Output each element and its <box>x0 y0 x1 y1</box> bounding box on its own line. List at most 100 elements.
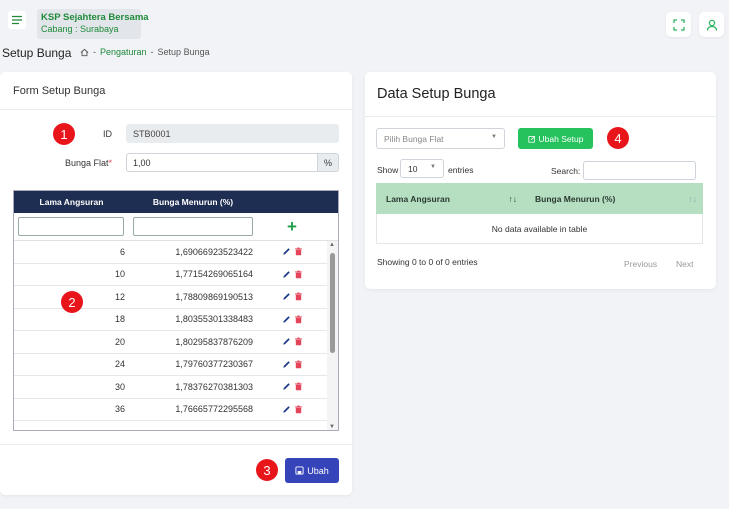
show-label: Show <box>377 165 399 175</box>
trash-icon[interactable] <box>294 405 303 414</box>
fullscreen-icon <box>672 18 685 31</box>
bunga-menurun-cell: 1,76665772295568 <box>175 404 253 415</box>
branch-name: Cabang : Surabaya <box>41 24 119 34</box>
scroll-up-icon[interactable]: ▲ <box>329 242 335 248</box>
pager-next[interactable]: Next <box>676 259 693 269</box>
ubah-setup-button[interactable]: Ubah Setup <box>518 128 593 149</box>
dt-col-bunga[interactable]: Bunga Menurun (%) ↑↓ <box>523 194 703 204</box>
table-row: 30 1,78376270381303 <box>14 376 338 399</box>
bunga-menurun-cell: 1,78809869190513 <box>175 291 253 302</box>
breadcrumb-current: Setup Bunga <box>157 47 210 58</box>
breadcrumb-separator: - <box>93 47 96 58</box>
table-row: 20 1,80295837876209 <box>14 331 338 354</box>
table-input-row: + <box>14 213 338 241</box>
pencil-icon[interactable] <box>282 247 291 256</box>
lama-angsuran-cell: 24 <box>114 359 125 370</box>
breadcrumb-pengaturan[interactable]: Pengaturan <box>100 47 147 57</box>
breadcrumb-separator: - <box>150 47 154 58</box>
pager-previous[interactable]: Previous <box>624 259 657 269</box>
bunga-menurun-cell: 1,80355301338483 <box>175 314 253 325</box>
table-scrollbar[interactable]: ▲ ▼ <box>327 241 338 430</box>
pencil-icon[interactable] <box>282 405 291 414</box>
id-row: ID <box>60 124 339 143</box>
caret-down-icon: ▼ <box>491 134 497 140</box>
trash-icon[interactable] <box>294 292 303 301</box>
bunga-menurun-input[interactable] <box>133 217 253 236</box>
table-header: Lama Angsuran Bunga Menurun (%) <box>14 191 338 213</box>
datatable-info: Showing 0 to 0 of 0 entries <box>377 257 478 267</box>
user-button[interactable] <box>699 12 724 37</box>
required-mark: * <box>108 157 112 168</box>
pencil-icon[interactable] <box>282 292 291 301</box>
lama-angsuran-cell: 6 <box>119 246 125 257</box>
lama-angsuran-cell: 10 <box>114 269 125 280</box>
table-row: 18 1,80355301338483 <box>14 309 338 331</box>
trash-icon[interactable] <box>294 382 303 391</box>
add-row-button[interactable]: + <box>257 217 327 237</box>
trash-icon[interactable] <box>294 360 303 369</box>
bunga-menurun-cell: 1,78376270381303 <box>175 381 253 392</box>
table-row: 36 1,76665772295568 <box>14 399 338 421</box>
home-icon[interactable] <box>80 47 89 57</box>
lama-angsuran-input[interactable] <box>18 217 124 236</box>
row-actions <box>257 247 327 256</box>
search-input[interactable] <box>583 161 696 180</box>
save-icon <box>295 466 304 475</box>
pencil-icon[interactable] <box>282 270 291 279</box>
pencil-icon[interactable] <box>282 360 291 369</box>
row-actions <box>257 382 327 391</box>
id-field <box>126 124 339 143</box>
pencil-icon[interactable] <box>282 315 291 324</box>
col-bunga-menurun: Bunga Menurun (%) <box>152 197 234 207</box>
brand-name: KSP Sejahtera Bersama <box>41 12 149 23</box>
page-title: Setup Bunga <box>2 46 72 60</box>
bunga-flat-input[interactable] <box>126 153 318 172</box>
fullscreen-button[interactable] <box>666 12 691 37</box>
entries-select[interactable]: 10 ▼ <box>400 159 444 178</box>
entries-label: entries <box>448 165 474 175</box>
table-row: 10 1,77154269065164 <box>14 264 338 286</box>
ubah-button[interactable]: Ubah <box>285 458 339 483</box>
bunga-menurun-cell: 1,77154269065164 <box>175 269 253 280</box>
lama-angsuran-cell: 30 <box>114 381 125 392</box>
annotation-badge: 2 <box>61 291 83 313</box>
bunga-menurun-cell: 1,69066923523422 <box>175 246 253 257</box>
scroll-down-icon[interactable]: ▼ <box>329 424 335 430</box>
flat-label: Bunga Flat* <box>64 157 112 168</box>
angsuran-table: Lama Angsuran Bunga Menurun (%) + 6 1,690… <box>13 190 339 431</box>
form-title: Form Setup Bunga <box>0 72 352 110</box>
pencil-icon[interactable] <box>282 382 291 391</box>
row-actions <box>257 360 327 369</box>
pencil-icon[interactable] <box>282 337 291 346</box>
top-bar: KSP Sejahtera Bersama Cabang : Surabaya <box>0 0 729 44</box>
user-icon <box>706 19 717 31</box>
datatable-header: Lama Angsuran ↑↓ Bunga Menurun (%) ↑↓ <box>376 183 703 214</box>
table-row: 6 1,69066923523422 <box>14 241 338 264</box>
trash-icon[interactable] <box>294 270 303 279</box>
chevron-down-icon: ▼ <box>430 164 436 170</box>
row-actions <box>257 292 327 301</box>
edit-icon <box>527 135 535 143</box>
breadcrumb: - Pengaturan - Setup Bunga <box>80 47 210 57</box>
col-lama-angsuran: Lama Angsuran <box>39 197 104 207</box>
ubah-button-label: Ubah <box>307 465 329 476</box>
row-actions <box>257 315 327 324</box>
flat-row: Bunga Flat* % <box>60 153 339 172</box>
trash-icon[interactable] <box>294 337 303 346</box>
menu-icon <box>12 15 22 25</box>
search-label: Search: <box>551 166 581 176</box>
lama-angsuran-cell: 18 <box>114 314 125 325</box>
datatable-title: Data Setup Bunga <box>365 72 716 117</box>
brand-box: KSP Sejahtera Bersama Cabang : Surabaya <box>37 9 149 39</box>
trash-icon[interactable] <box>294 315 303 324</box>
dt-col-lama[interactable]: Lama Angsuran ↑↓ <box>376 194 523 204</box>
menu-toggle-button[interactable] <box>8 11 26 29</box>
lama-angsuran-cell: 36 <box>114 404 125 415</box>
select-placeholder: Pilih Bunga Flat <box>384 134 444 144</box>
sort-icon: ↑↓ <box>508 193 518 204</box>
row-actions <box>257 270 327 279</box>
datatable-empty: No data available in table <box>376 214 703 244</box>
bunga-flat-select[interactable]: Pilih Bunga Flat ▼ <box>376 128 505 149</box>
scroll-thumb[interactable] <box>330 253 335 353</box>
trash-icon[interactable] <box>294 247 303 256</box>
